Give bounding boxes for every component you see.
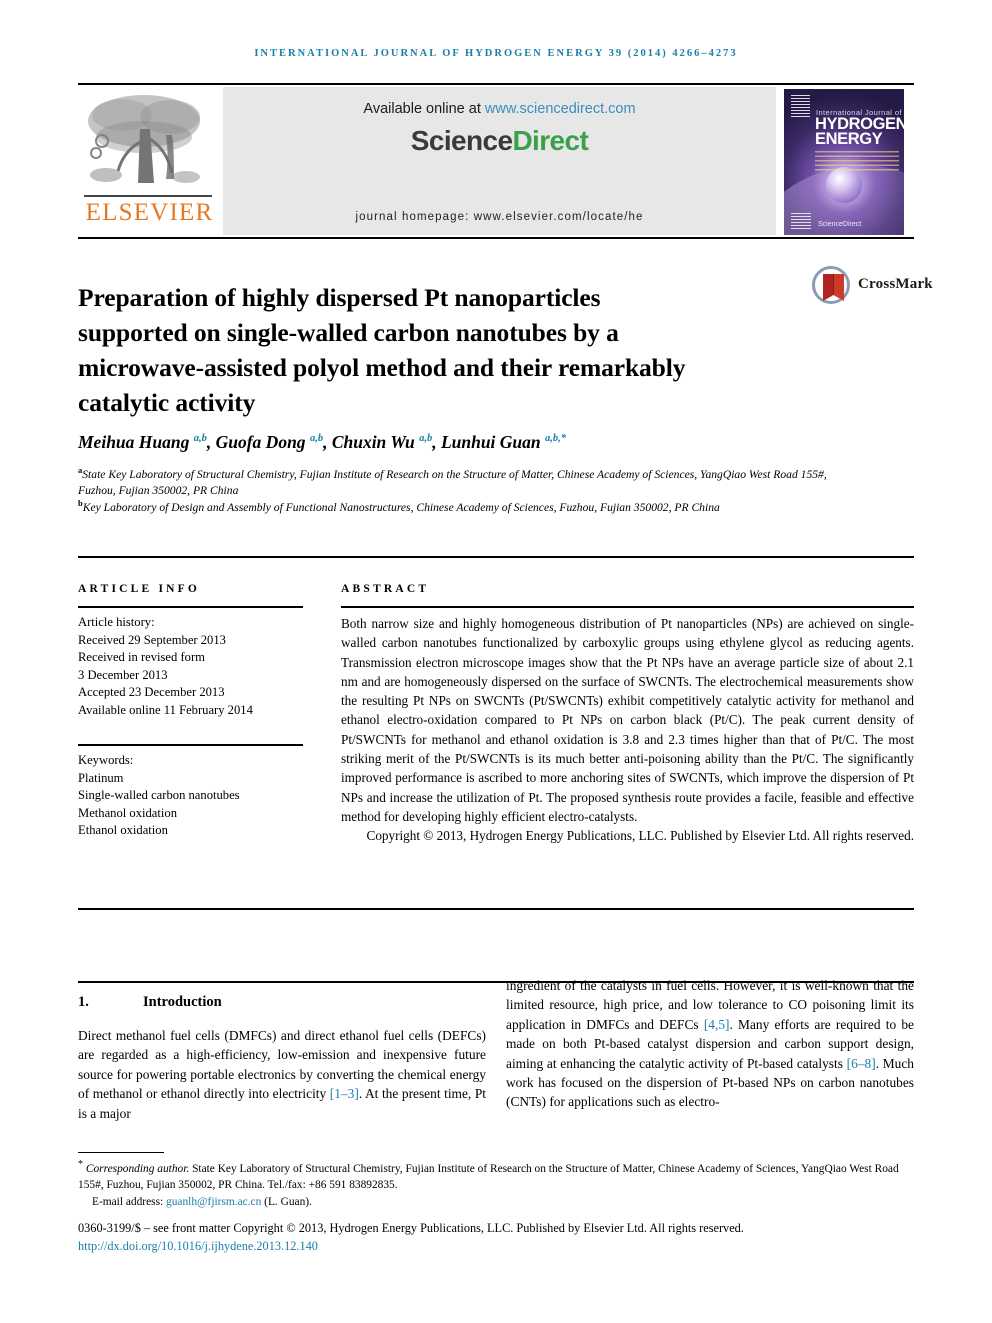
keyword-item: Ethanol oxidation: [78, 823, 168, 838]
page-title: Preparation of highly dispersed Pt nanop…: [78, 283, 686, 418]
article-history-item: Received in revised form: [78, 650, 205, 665]
corresponding-author-marker: *: [78, 1159, 83, 1170]
cover-elsevier-mark-icon: [791, 95, 810, 117]
sciencedirect-logo: ScienceDirect: [223, 125, 776, 157]
article-history-item: Available online 11 February 2014: [78, 702, 253, 717]
elsevier-logo-rule: [84, 195, 212, 197]
author-list: Meihua Huang a,b, Guofa Dong a,b, Chuxin…: [78, 432, 567, 452]
journal-homepage-line[interactable]: journal homepage: www.elsevier.com/locat…: [223, 211, 776, 223]
sciencedirect-logo-science: Science: [410, 125, 513, 156]
cover-title-line2: ENERGY: [815, 130, 883, 148]
section-title: Introduction: [143, 994, 222, 1010]
intro-paragraph-right: ingredient of the catalysts in fuel cell…: [506, 978, 915, 1110]
elsevier-logo: ELSEVIER: [78, 87, 221, 235]
masthead: ELSEVIER Available online at www.science…: [78, 85, 914, 235]
article-info-rule: [78, 606, 303, 608]
article-history-label: Article history:: [78, 615, 155, 629]
article-history-item: Received 29 September 2013: [78, 632, 226, 647]
info-section-top-rule: [78, 556, 914, 558]
article-history: Article history: Received 29 September 2…: [78, 614, 328, 720]
corresponding-author-footnote: * Corresponding author. State Key Labora…: [78, 1157, 914, 1210]
section-number: 1.: [78, 994, 89, 1010]
cover-sciencedirect-label: ScienceDirect: [818, 221, 862, 228]
crossmark-circle-icon: [812, 266, 850, 304]
crossmark-book-icon: [823, 274, 844, 301]
cover-bottom-mark-icon: [791, 213, 811, 229]
section-heading-introduction: 1. Introduction: [78, 994, 222, 1011]
keyword-item: Platinum: [78, 770, 124, 785]
abstract-body: Both narrow size and highly homogeneous …: [341, 614, 914, 846]
intro-column-right: ingredient of the catalysts in fuel cell…: [506, 976, 914, 1112]
footnote-rule: [78, 1152, 164, 1153]
masthead-bottom-rule: [78, 237, 914, 239]
abstract-heading: ABSTRACT: [341, 583, 430, 595]
doi-link[interactable]: http://dx.doi.org/10.1016/j.ijhydene.201…: [78, 1238, 914, 1256]
article-history-item: Accepted 23 December 2013: [78, 685, 225, 700]
email-address[interactable]: guanlh@fjirsm.ac.cn: [166, 1196, 261, 1208]
intro-column-left: Direct methanol fuel cells (DMFCs) and d…: [78, 1026, 486, 1123]
corresponding-author-label: Corresponding author.: [85, 1162, 190, 1175]
available-online-prefix: Available online at: [363, 101, 485, 117]
email-suffix: (L. Guan).: [261, 1195, 312, 1208]
article-info-heading: ARTICLE INFO: [78, 583, 201, 595]
crossmark-label: CrossMark: [858, 276, 933, 292]
elsevier-tree-icon: [82, 91, 214, 193]
abstract-bottom-rule: [78, 908, 914, 910]
keyword-item: Methanol oxidation: [78, 805, 177, 820]
journal-cover: International Journal of HYDROGEN ENERGY…: [778, 87, 914, 235]
corresponding-author-address: State Key Laboratory of Structural Chemi…: [78, 1162, 899, 1192]
sciencedirect-logo-direct: Direct: [512, 125, 589, 156]
affiliation-b: bKey Laboratory of Design and Assembly o…: [78, 495, 838, 516]
email-label: E-mail address:: [92, 1195, 167, 1208]
cover-editors-block: [815, 151, 899, 173]
issn-copyright-block: 0360-3199/$ – see front matter Copyright…: [78, 1220, 914, 1255]
article-history-item: 3 December 2013: [78, 667, 168, 682]
crossmark-badge[interactable]: CrossMark: [812, 266, 933, 306]
paper-page: International Journal of Hydrogen Energy…: [0, 0, 992, 1323]
intro-paragraph-left: Direct methanol fuel cells (DMFCs) and d…: [78, 1028, 486, 1121]
sciencedirect-url[interactable]: www.sciencedirect.com: [485, 101, 636, 117]
keywords-label: Keywords:: [78, 753, 134, 767]
corresponding-author-line: * Corresponding author. State Key Labora…: [78, 1157, 914, 1194]
issn-line: 0360-3199/$ – see front matter Copyright…: [78, 1221, 744, 1235]
email-line: E-mail address: guanlh@fjirsm.ac.cn (L. …: [78, 1194, 914, 1210]
keywords-rule: [78, 744, 303, 746]
sciencedirect-panel: Available online at www.sciencedirect.co…: [223, 87, 776, 235]
available-online-line: Available online at www.sciencedirect.co…: [223, 101, 776, 117]
affiliation-b-text: Key Laboratory of Design and Assembly of…: [82, 500, 720, 514]
keyword-item: Single-walled carbon nanotubes: [78, 788, 240, 803]
affiliation-a-text: State Key Laboratory of Structural Chemi…: [78, 467, 827, 498]
journal-cover-image: International Journal of HYDROGEN ENERGY…: [784, 89, 904, 235]
keywords-block: Keywords: Platinum Single-walled carbon …: [78, 752, 328, 840]
abstract-copyright: Copyright © 2013, Hydrogen Energy Public…: [366, 828, 914, 844]
abstract-rule: [341, 606, 914, 608]
elsevier-wordmark: ELSEVIER: [85, 199, 214, 226]
running-head: International Journal of Hydrogen Energy…: [254, 48, 738, 59]
abstract-text: Both narrow size and highly homogeneous …: [341, 616, 914, 824]
